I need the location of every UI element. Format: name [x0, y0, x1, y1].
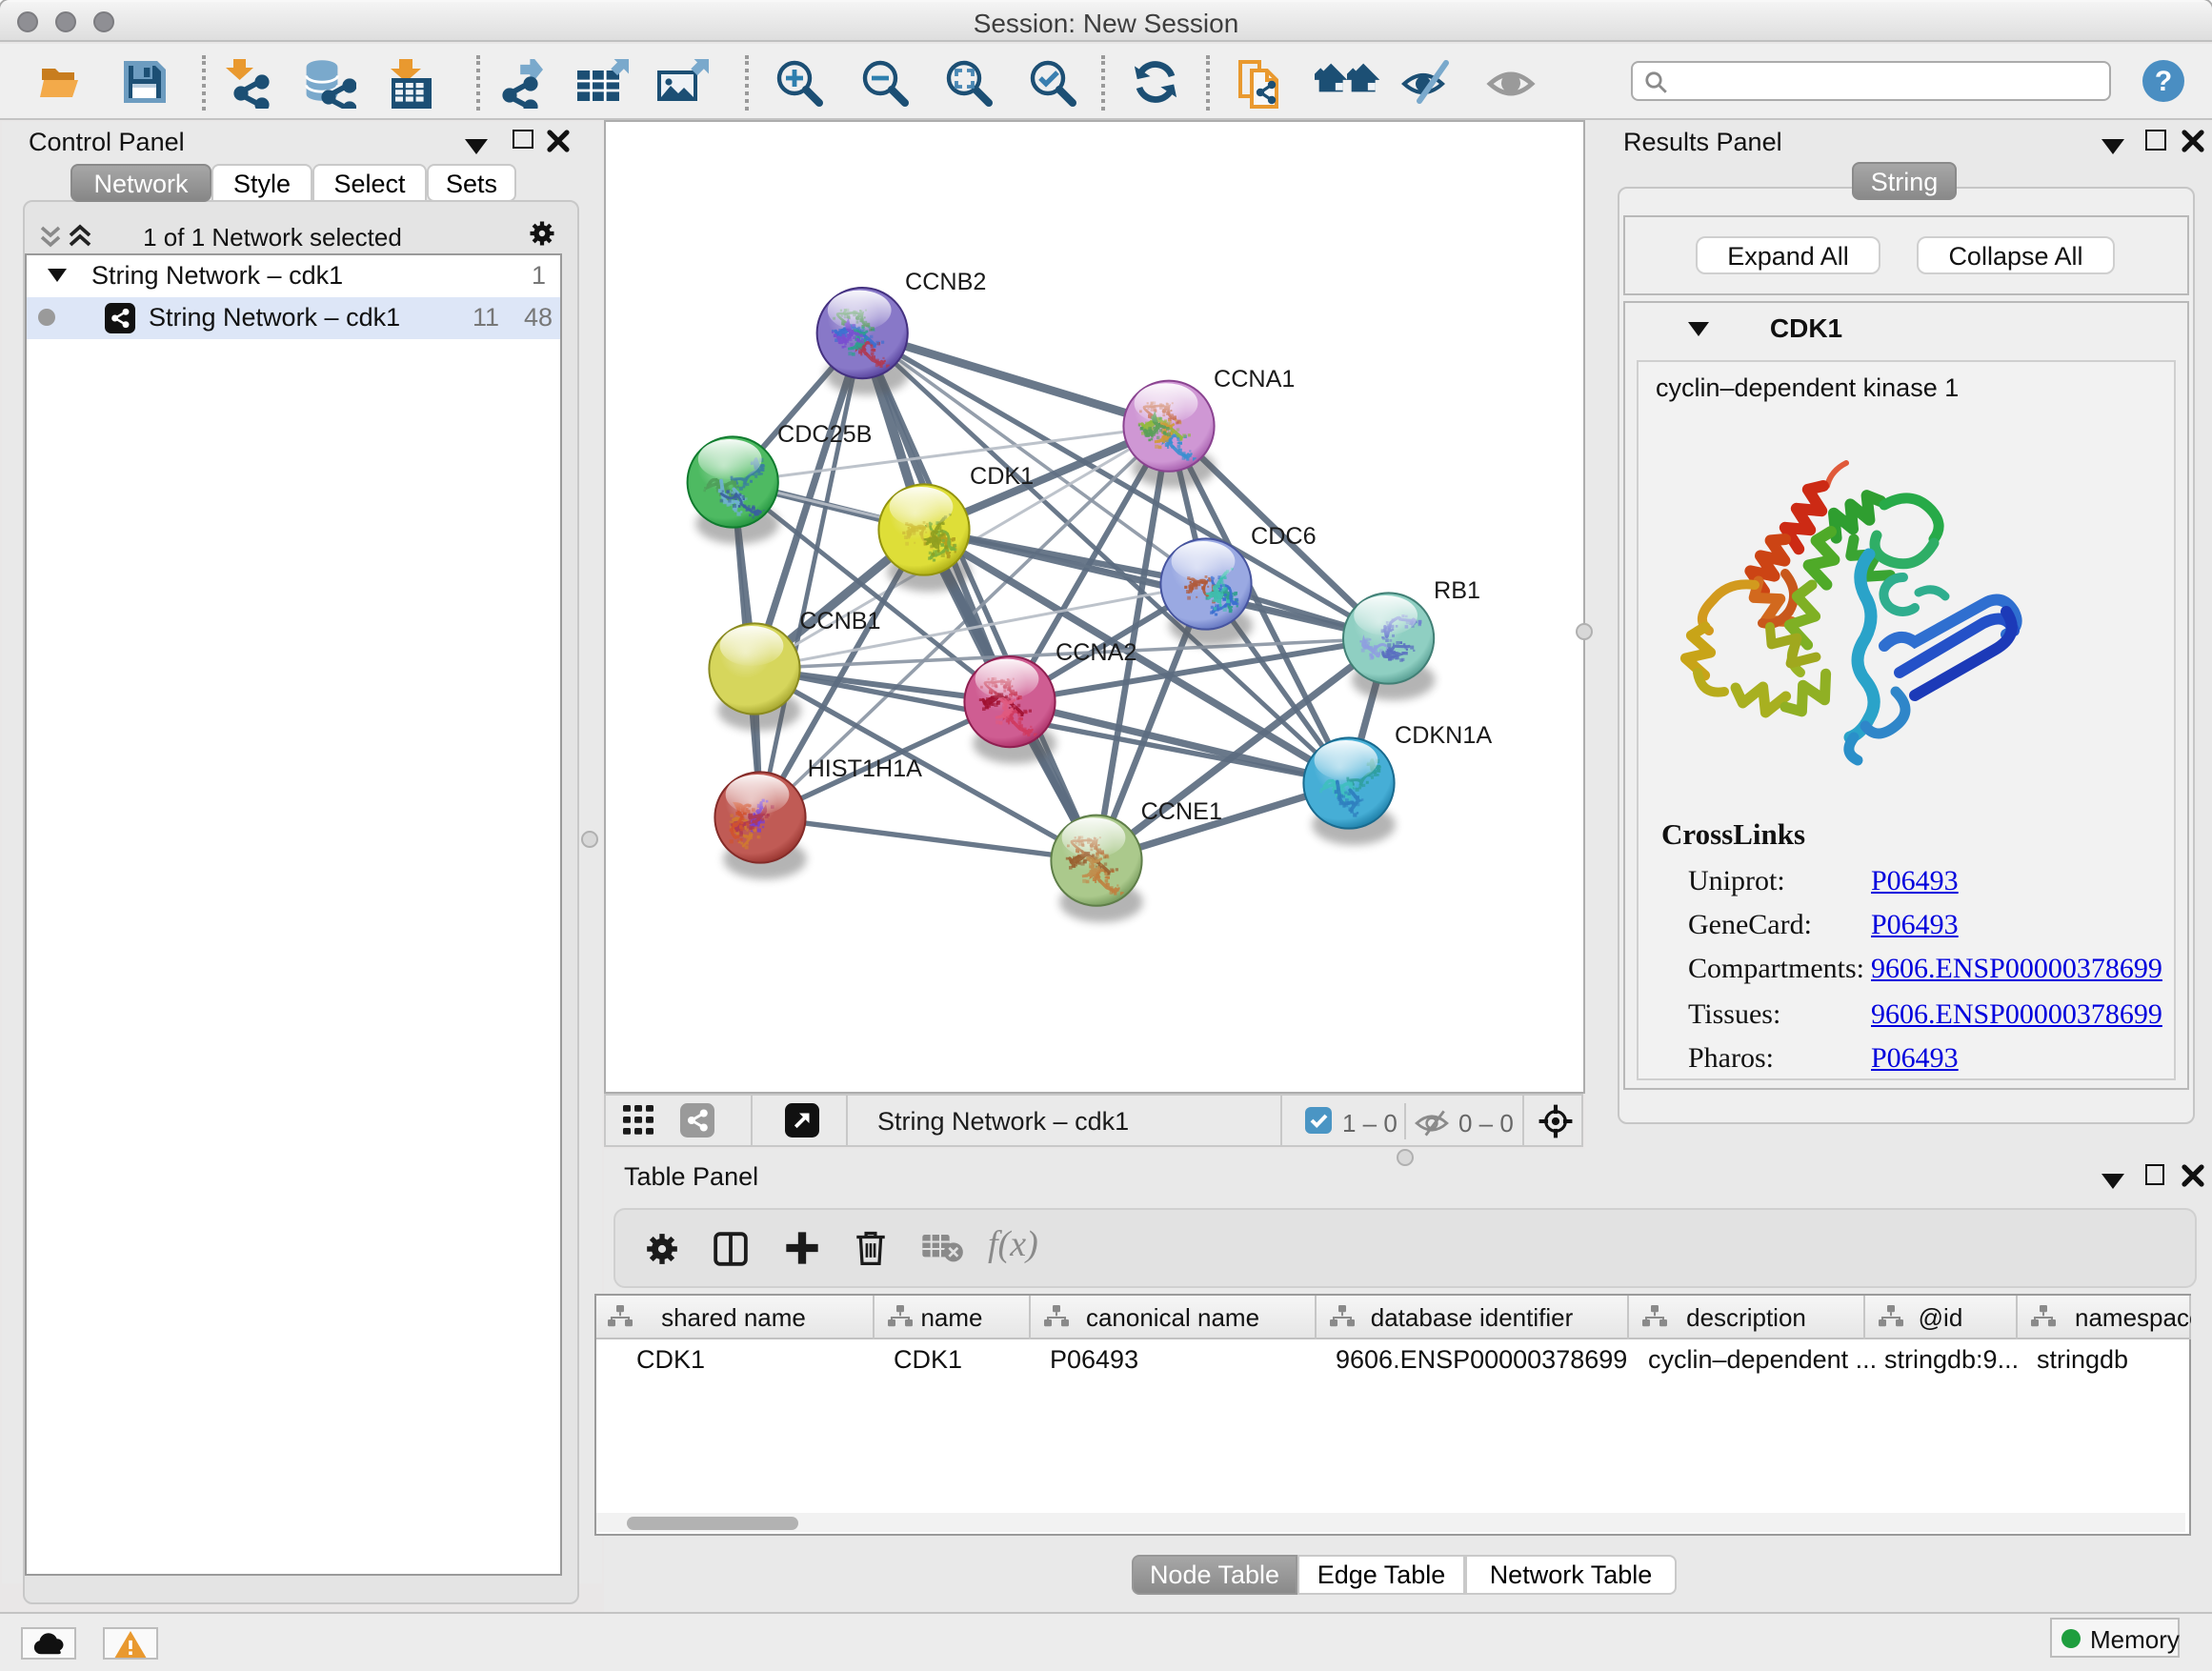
svg-text:CDC6: CDC6 — [1250, 523, 1316, 550]
svg-text:CCNB2: CCNB2 — [904, 269, 985, 295]
svg-text:CCNA2: CCNA2 — [1055, 639, 1136, 666]
svg-text:CCNE1: CCNE1 — [1140, 798, 1221, 825]
svg-text:CDKN1A: CDKN1A — [1394, 722, 1491, 749]
svg-text:CDC25B: CDC25B — [776, 421, 871, 448]
svg-text:RB1: RB1 — [1433, 577, 1479, 604]
svg-text:CCNB1: CCNB1 — [798, 608, 879, 634]
svg-text:HIST1H1A: HIST1H1A — [807, 755, 922, 782]
svg-text:CDK1: CDK1 — [969, 463, 1033, 490]
svg-text:CCNA1: CCNA1 — [1213, 366, 1294, 393]
svg-text:?: ? — [2155, 65, 2172, 96]
